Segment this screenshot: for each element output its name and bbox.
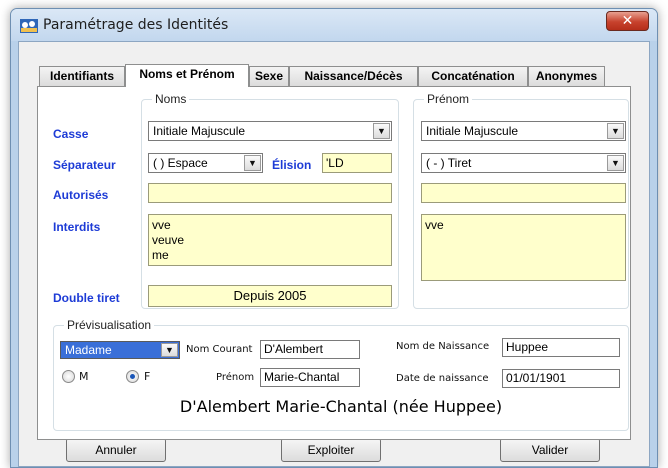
label-casse: Casse xyxy=(53,127,89,141)
label-double-tiret: Double tiret xyxy=(53,291,120,305)
preview-group-title: Prévisualisation xyxy=(64,318,155,332)
civilite-value: Madame xyxy=(65,343,112,357)
prenom-casse-value: Initiale Majuscule xyxy=(426,124,519,138)
prenom-group-title: Prénom xyxy=(424,92,473,106)
prenom-interdits-list[interactable]: vve xyxy=(421,214,626,281)
noms-separateur-value: ( ) Espace xyxy=(153,156,208,170)
tab-naissance-deces[interactable]: Naissance/Décès xyxy=(289,66,418,86)
label-separateur: Séparateur xyxy=(53,158,116,172)
tab-panel-noms-et-prenom: Casse Séparateur Autorisés Interdits Dou… xyxy=(37,86,631,440)
radio-m[interactable] xyxy=(62,370,75,383)
prenom-separateur-value: ( - ) Tiret xyxy=(426,156,472,170)
noms-casse-value: Initiale Majuscule xyxy=(153,124,246,138)
date-naissance-field[interactable]: 01/01/1901 xyxy=(502,369,620,388)
prenom-casse-select[interactable]: Initiale Majuscule ▼ xyxy=(421,121,626,141)
prenom-separateur-select[interactable]: ( - ) Tiret ▼ xyxy=(421,153,626,173)
title-bar[interactable]: Paramétrage des Identités ✕ xyxy=(11,9,657,41)
tab-noms-et-prenom[interactable]: Noms et Prénom xyxy=(125,64,249,87)
valider-button[interactable]: Valider xyxy=(500,438,600,462)
noms-double-tiret-field[interactable]: Depuis 2005 xyxy=(148,285,392,307)
civilite-select[interactable]: Madame ▼ xyxy=(60,341,180,359)
noms-elision-field[interactable]: 'LD xyxy=(322,153,392,173)
chevron-down-icon: ▼ xyxy=(161,343,178,357)
radio-f[interactable] xyxy=(126,370,139,383)
close-button[interactable]: ✕ xyxy=(606,11,649,31)
dialog-window: Paramétrage des Identités ✕ Identifiants… xyxy=(10,8,658,468)
label-nom-naissance: Nom de Naissance xyxy=(396,341,490,352)
nom-naissance-field[interactable]: Huppee xyxy=(502,338,620,357)
prenom-autorises-field[interactable] xyxy=(421,183,626,203)
label-autorises: Autorisés xyxy=(53,188,109,202)
nom-courant-field[interactable]: D'Alembert xyxy=(260,340,360,359)
radio-m-label: M xyxy=(79,370,89,383)
list-item: veuve xyxy=(152,233,185,247)
list-item: vve xyxy=(425,218,444,232)
tab-anonymes[interactable]: Anonymes xyxy=(528,66,605,86)
app-icon xyxy=(20,19,38,33)
chevron-down-icon: ▼ xyxy=(607,123,624,139)
window-title: Paramétrage des Identités xyxy=(43,17,229,33)
label-nom-courant: Nom Courant xyxy=(186,344,253,355)
label-elision: Élision xyxy=(272,158,312,172)
noms-casse-select[interactable]: Initiale Majuscule ▼ xyxy=(148,121,392,141)
chevron-down-icon: ▼ xyxy=(244,155,261,171)
chevron-down-icon: ▼ xyxy=(607,155,624,171)
preview-result: D'Alembert Marie-Chantal (née Huppee) xyxy=(179,397,503,416)
list-item: me xyxy=(152,248,169,262)
annuler-button[interactable]: Annuler xyxy=(66,438,166,462)
label-interdits: Interdits xyxy=(53,220,101,234)
prenom-preview-field[interactable]: Marie-Chantal xyxy=(260,368,360,387)
close-icon: ✕ xyxy=(621,13,634,29)
tab-sexe[interactable]: Sexe xyxy=(249,66,289,86)
tab-concatenation[interactable]: Concaténation xyxy=(418,66,528,86)
radio-f-label: F xyxy=(144,370,151,383)
noms-separateur-select[interactable]: ( ) Espace ▼ xyxy=(148,153,263,173)
noms-group-title: Noms xyxy=(152,92,190,106)
noms-interdits-list[interactable]: vve veuve me xyxy=(148,214,392,266)
exploiter-button[interactable]: Exploiter xyxy=(281,438,381,462)
tab-identifiants[interactable]: Identifiants xyxy=(39,66,125,86)
label-prenom-preview: Prénom xyxy=(216,372,255,383)
chevron-down-icon: ▼ xyxy=(373,123,390,139)
noms-autorises-field[interactable] xyxy=(148,183,392,203)
list-item: vve xyxy=(152,218,171,232)
dialog-client: Identifiants Noms et Prénom Sexe Naissan… xyxy=(18,41,650,467)
label-date-naissance: Date de naissance xyxy=(396,373,489,384)
